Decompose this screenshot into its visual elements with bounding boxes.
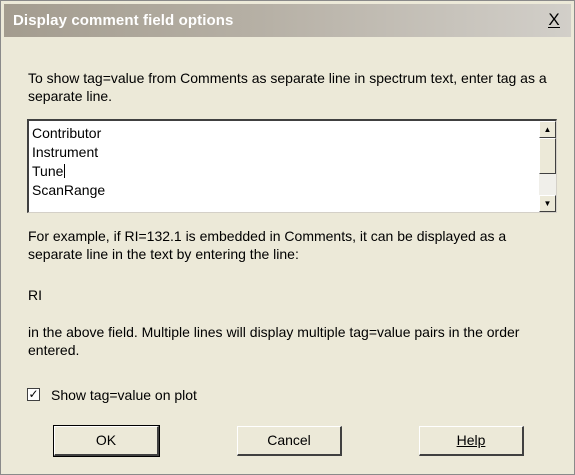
- tag-line: Tune: [32, 163, 66, 179]
- cancel-button[interactable]: Cancel: [237, 426, 342, 456]
- scroll-up-icon[interactable]: ▲: [539, 121, 556, 138]
- show-on-plot-label[interactable]: Show tag=value on plot: [51, 387, 197, 403]
- instructions-text: To show tag=value from Comments as separ…: [28, 70, 547, 104]
- help-button[interactable]: Help: [419, 426, 524, 456]
- explanation-text: in the above field. Multiple lines will …: [28, 324, 520, 358]
- window-title: Display comment field options: [13, 12, 234, 29]
- example-text: For example, if RI=132.1 is embedded in …: [28, 228, 507, 262]
- ok-button[interactable]: OK: [53, 425, 160, 457]
- dialog-window: Display comment field options X To show …: [0, 0, 575, 475]
- help-button-label: Help: [456, 432, 486, 448]
- tag-line: Contributor: [32, 125, 102, 141]
- tag-line: Instrument: [32, 144, 99, 160]
- example-tag: RI: [28, 287, 42, 303]
- text-caret: [64, 164, 66, 178]
- vertical-scrollbar[interactable]: ▲ ▼: [539, 121, 556, 212]
- scroll-down-icon[interactable]: ▼: [539, 195, 556, 212]
- tag-list-lines: Contributor Instrument Tune ScanRange: [32, 124, 105, 200]
- tag-line: ScanRange: [32, 182, 106, 198]
- title-bar[interactable]: Display comment field options X: [4, 4, 571, 37]
- scroll-thumb[interactable]: [539, 138, 556, 174]
- close-icon: X: [548, 10, 560, 29]
- tag-list-textarea[interactable]: Contributor Instrument Tune ScanRange ▲ …: [27, 119, 557, 213]
- close-button[interactable]: X: [543, 10, 565, 30]
- show-on-plot-checkbox[interactable]: ✓: [27, 388, 40, 401]
